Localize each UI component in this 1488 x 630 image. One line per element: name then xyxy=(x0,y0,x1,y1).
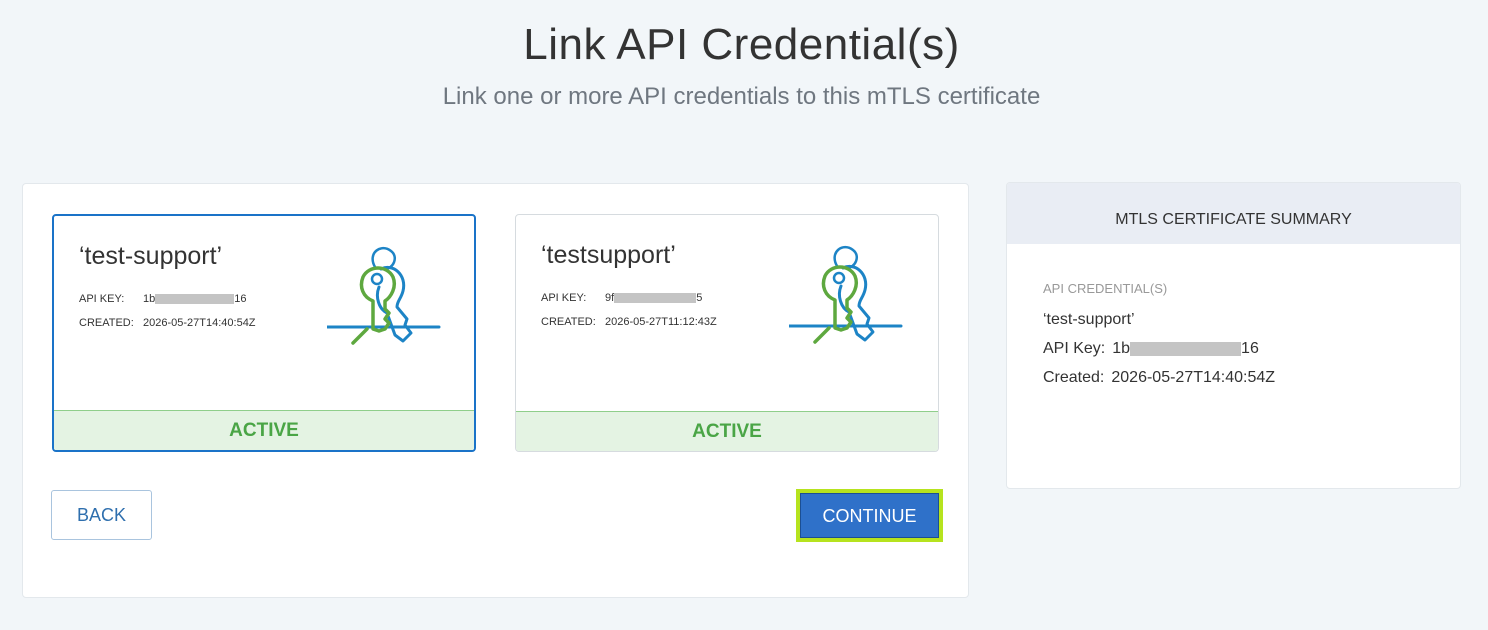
summary-api-key-label: API Key: xyxy=(1043,340,1106,357)
status-badge: ACTIVE xyxy=(516,411,938,451)
summary-api-key-suffix: 16 xyxy=(1241,340,1259,357)
api-key-suffix: 5 xyxy=(696,292,703,304)
credential-name: ‘testsupport’ xyxy=(541,241,676,269)
summary-credential-name: ‘test-support’ xyxy=(1043,311,1135,328)
api-key-suffix: 16 xyxy=(234,293,247,305)
credential-api-key: API KEY: 1b 16 xyxy=(79,293,247,305)
credential-created: CREATED: 2026-05-27T11:12:43Z xyxy=(541,316,717,328)
created-label: CREATED: xyxy=(541,316,596,328)
continue-button-highlight: CONTINUE xyxy=(796,489,943,542)
credential-card-test-support[interactable]: ‘test-support’ API KEY: 1b 16 CREATED: 2… xyxy=(52,214,476,452)
page-title: Link API Credential(s) xyxy=(523,20,960,69)
api-key-redaction xyxy=(155,294,235,304)
api-key-prefix: 1b xyxy=(143,293,156,305)
created-value: 2026-05-27T14:40:54Z xyxy=(143,317,256,329)
summary-api-key-redaction xyxy=(1130,342,1242,356)
credential-api-key: API KEY: 9f 5 xyxy=(541,292,702,304)
summary-created-value: 2026-05-27T14:40:54Z xyxy=(1111,369,1276,386)
back-button[interactable]: BACK xyxy=(51,490,152,540)
summary-created: Created: 2026-05-27T14:40:54Z xyxy=(1043,369,1275,387)
summary-api-key: API Key: 1b 16 xyxy=(1043,340,1259,358)
api-key-redaction xyxy=(614,293,697,303)
certificate-summary-panel: MTLS CERTIFICATE SUMMARY API CREDENTIAL(… xyxy=(1006,182,1461,489)
summary-api-key-prefix: 1b xyxy=(1112,340,1131,357)
created-label: CREATED: xyxy=(79,317,134,329)
credential-created: CREATED: 2026-05-27T14:40:54Z xyxy=(79,317,256,329)
created-value: 2026-05-27T11:12:43Z xyxy=(605,316,717,328)
api-key-label: API KEY: xyxy=(79,293,125,305)
continue-button[interactable]: CONTINUE xyxy=(800,493,939,538)
page-subtitle: Link one or more API credentials to this… xyxy=(442,83,1041,110)
summary-created-label: Created: xyxy=(1043,369,1105,386)
api-key-prefix: 9f xyxy=(605,292,615,304)
status-badge: ACTIVE xyxy=(54,410,474,450)
keys-icon xyxy=(327,246,441,345)
summary-title: MTLS CERTIFICATE SUMMARY xyxy=(1007,183,1460,244)
credential-name: ‘test-support’ xyxy=(79,242,223,270)
credential-selection-panel: ‘test-support’ API KEY: 1b 16 CREATED: 2… xyxy=(22,183,969,598)
keys-icon xyxy=(789,245,903,344)
api-key-label: API KEY: xyxy=(541,292,587,304)
summary-section-label: API CREDENTIAL(S) xyxy=(1043,281,1168,296)
credential-card-testsupport[interactable]: ‘testsupport’ API KEY: 9f 5 CREATED: 202… xyxy=(515,214,939,452)
